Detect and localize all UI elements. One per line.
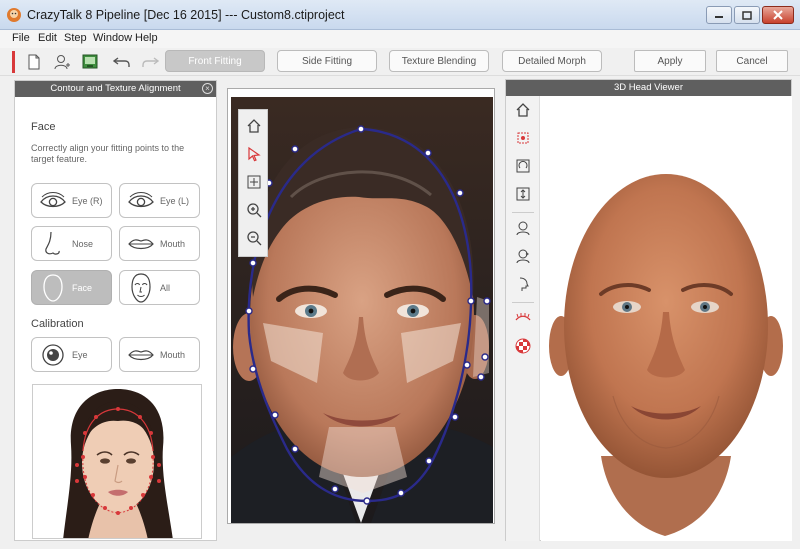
viewer-pick-button[interactable] [513, 128, 533, 148]
title-bar: CrazyTalk 8 Pipeline [Dec 16 2015] --- C… [0, 0, 800, 30]
panel-header: Contour and Texture Alignment [15, 81, 216, 97]
face-section-title: Face [31, 121, 56, 133]
viewer-side-view-button[interactable] [513, 246, 533, 266]
crazytalk-logo-icon [7, 8, 21, 22]
menu-help[interactable]: Help [135, 32, 158, 44]
menu-bar: File Edit Step Window Help [0, 30, 800, 48]
head-side-icon [516, 249, 530, 264]
window-title: CrazyTalk 8 Pipeline [Dec 16 2015] --- C… [27, 8, 345, 22]
apply-button[interactable]: Apply [634, 50, 706, 72]
face-section-description: Correctly align your fitting points to t… [31, 143, 185, 164]
tab-side-fitting[interactable]: Side Fitting [277, 50, 377, 72]
viewport-zoom-in-button[interactable] [244, 200, 264, 220]
calibrate-eye-button[interactable]: Eye [31, 337, 112, 372]
maximize-button[interactable] [734, 6, 760, 24]
maximize-icon [742, 10, 752, 20]
panel-close-button[interactable]: × [202, 83, 213, 94]
menu-window[interactable]: Window [93, 32, 132, 44]
rotate-icon [516, 159, 530, 173]
user-import-icon [54, 55, 70, 70]
close-icon [773, 10, 783, 20]
export-icon [82, 54, 98, 69]
redo-button[interactable] [140, 52, 160, 72]
mouth-icon [128, 349, 154, 360]
eye-icon [40, 191, 66, 207]
viewer-eyelash-button[interactable] [513, 308, 533, 328]
viewer-checker-button[interactable] [513, 336, 533, 356]
3d-head-model [549, 174, 783, 536]
viewport-select-button[interactable] [244, 144, 264, 164]
viewport-zoom-out-button[interactable] [244, 228, 264, 248]
nose-button[interactable]: Nose [31, 226, 112, 261]
viewport-toolbar [238, 109, 268, 257]
mouth-button[interactable]: Mouth [119, 226, 200, 261]
tab-texture-blending[interactable]: Texture Blending [389, 50, 489, 72]
checker-icon [515, 338, 531, 354]
move-icon [247, 175, 261, 189]
face-outline-icon [43, 273, 63, 302]
minimize-button[interactable] [706, 6, 732, 24]
close-icon: × [205, 84, 210, 93]
head-front-icon [516, 221, 530, 236]
nose-icon [45, 231, 60, 255]
contour-alignment-panel: Contour and Texture Alignment × Face Cor… [14, 80, 217, 541]
all-features-button[interactable]: All [119, 270, 200, 305]
new-file-button[interactable] [24, 52, 44, 72]
close-window-button[interactable] [762, 6, 794, 24]
viewer-scale-button[interactable] [513, 184, 533, 204]
face-contour-button[interactable]: Face [31, 270, 112, 305]
fitting-reference-preview [32, 384, 202, 539]
toolbar-separator [512, 212, 534, 213]
3d-head-viewport[interactable] [541, 96, 792, 541]
minimize-icon [715, 16, 723, 18]
face-all-icon [131, 272, 151, 303]
undo-icon [113, 57, 130, 67]
reference-face-illustration [63, 389, 173, 538]
front-fitting-viewport[interactable] [227, 88, 495, 524]
toolbar-separator [512, 302, 534, 303]
tab-front-fitting[interactable]: Front Fitting [165, 50, 265, 72]
import-head-button[interactable] [52, 52, 72, 72]
head-viewer-panel: 3D Head Viewer [505, 79, 792, 541]
cancel-button[interactable]: Cancel [716, 50, 788, 72]
toolbar-accent-mark [12, 51, 15, 73]
calibration-section-title: Calibration [31, 318, 84, 330]
zoom-out-icon [247, 231, 262, 246]
viewer-front-view-button[interactable] [513, 218, 533, 238]
redo-icon [142, 57, 159, 67]
menu-file[interactable]: File [12, 32, 30, 44]
source-face-photo[interactable] [231, 97, 493, 523]
new-file-icon [28, 54, 40, 70]
calibrate-mouth-button[interactable]: Mouth [119, 337, 200, 372]
zoom-in-icon [247, 203, 262, 218]
home-icon [247, 119, 261, 133]
select-arrow-icon [248, 146, 261, 162]
menu-step[interactable]: Step [64, 32, 87, 44]
eye-right-button[interactable]: Eye (R) [31, 183, 112, 218]
eyeball-icon [42, 343, 64, 366]
scale-icon [516, 187, 530, 201]
eye-icon [128, 191, 154, 207]
export-button[interactable] [80, 52, 100, 72]
viewer-profile-view-button[interactable] [513, 274, 533, 294]
undo-button[interactable] [112, 52, 132, 72]
viewport-move-button[interactable] [244, 172, 264, 192]
mouth-icon [128, 238, 154, 249]
eyelash-icon [515, 313, 531, 321]
toolbar: Front Fitting Side Fitting Texture Blend… [0, 48, 800, 76]
home-icon [516, 103, 530, 117]
viewer-rotate-button[interactable] [513, 156, 533, 176]
face-photo-illustration [231, 97, 493, 523]
eye-left-button[interactable]: Eye (L) [119, 183, 200, 218]
pick-icon [517, 132, 529, 144]
tab-detailed-morph[interactable]: Detailed Morph [502, 50, 602, 72]
head-viewer-toolbar [506, 96, 540, 541]
viewport-home-button[interactable] [244, 116, 264, 136]
head-viewer-header: 3D Head Viewer [506, 80, 791, 96]
head-profile-icon [519, 277, 529, 291]
viewer-home-button[interactable] [513, 100, 533, 120]
menu-edit[interactable]: Edit [38, 32, 57, 44]
